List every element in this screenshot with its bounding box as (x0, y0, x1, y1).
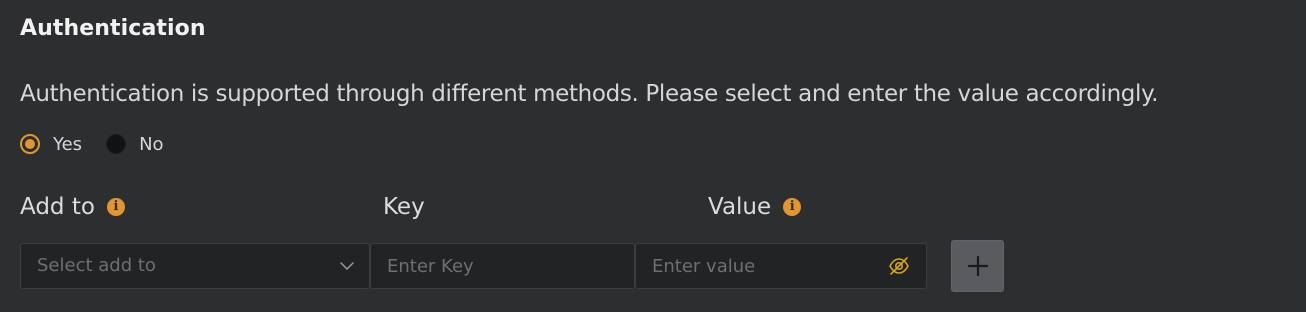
section-description: Authentication is supported through diff… (20, 81, 1159, 107)
key-input-wrapper (370, 243, 635, 289)
auth-radio-group: Yes No (20, 131, 164, 157)
info-icon[interactable]: i (106, 198, 125, 216)
key-label: Key (383, 194, 425, 220)
chevron-down-icon (340, 262, 354, 270)
add-to-label: Add to (20, 194, 95, 220)
key-input[interactable] (371, 244, 634, 288)
add-button[interactable] (951, 240, 1004, 292)
value-label: Value (708, 194, 772, 220)
radio-yes-selected[interactable] (20, 134, 40, 154)
info-icon[interactable]: i (783, 198, 802, 216)
eye-off-icon[interactable] (888, 256, 910, 276)
plus-icon (967, 255, 989, 277)
add-to-label-row: Add to i (20, 194, 125, 220)
add-to-select-placeholder: Select add to (37, 255, 156, 276)
radio-option-no[interactable]: No (106, 133, 164, 155)
value-input-wrapper (635, 243, 927, 289)
value-input[interactable] (636, 244, 926, 288)
section-title: Authentication (20, 16, 206, 41)
radio-no-unselected[interactable] (106, 134, 127, 154)
radio-yes-label: Yes (53, 133, 83, 155)
add-to-select[interactable]: Select add to (20, 243, 370, 289)
key-label-row: Key (383, 194, 425, 220)
radio-option-yes[interactable]: Yes (20, 134, 82, 155)
radio-no-label: No (139, 133, 164, 155)
value-label-row: Value i (708, 194, 802, 220)
authentication-section: Authentication Authentication is support… (0, 0, 1306, 312)
